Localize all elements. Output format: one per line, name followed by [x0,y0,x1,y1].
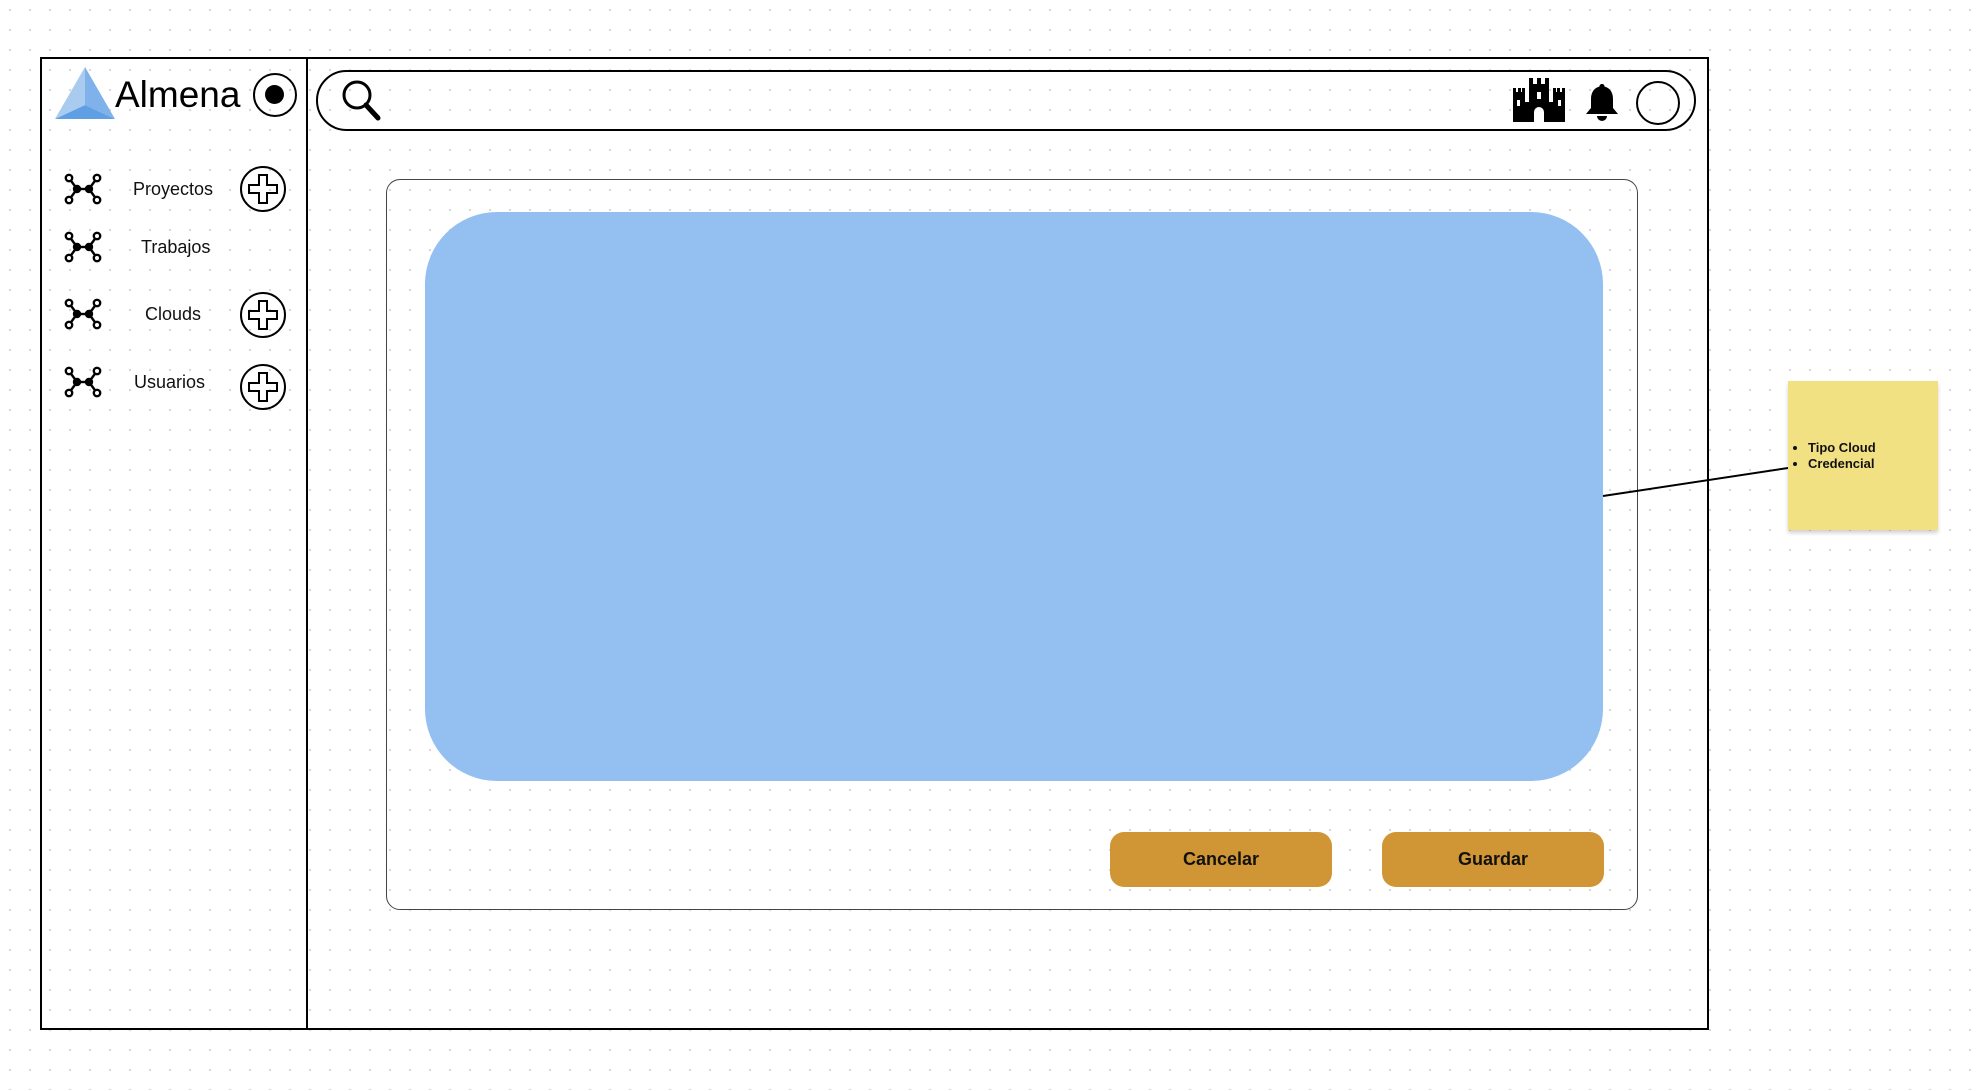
search-icon[interactable] [340,78,384,124]
castle-icon[interactable] [1511,76,1567,122]
brand-name: Almena [115,74,241,115]
network-nodes-icon [64,231,102,263]
record-button[interactable] [253,73,297,117]
sidebar-item-trabajos[interactable]: Trabajos [63,225,293,269]
add-usuario-button[interactable] [240,364,286,410]
network-nodes-icon [64,173,102,205]
cancel-button[interactable]: Cancelar [1110,832,1332,887]
content-panel [425,212,1603,781]
sidebar-item-label: Clouds [145,304,202,324]
plus-icon [248,300,278,330]
sidebar-item-label: Proyectos [133,179,214,199]
sidebar-item-label: Trabajos [141,237,211,257]
save-button[interactable]: Guardar [1382,832,1604,887]
add-proyecto-button[interactable] [240,166,286,212]
network-nodes-icon [64,366,102,398]
network-nodes-icon [64,298,102,330]
sticky-note-list: Tipo Cloud Credencial [1788,440,1876,472]
sidebar-item-label: Usuarios [134,372,206,392]
plus-icon [248,174,278,204]
sticky-note[interactable]: Tipo Cloud Credencial [1788,381,1938,530]
add-cloud-button[interactable] [240,292,286,338]
avatar[interactable] [1636,81,1680,125]
almena-logo-icon [55,67,115,119]
sticky-note-item: Tipo Cloud [1808,440,1876,456]
bell-icon[interactable] [1582,82,1622,122]
sticky-note-item: Credencial [1808,456,1876,472]
plus-icon [248,372,278,402]
search-input[interactable] [316,70,1696,131]
